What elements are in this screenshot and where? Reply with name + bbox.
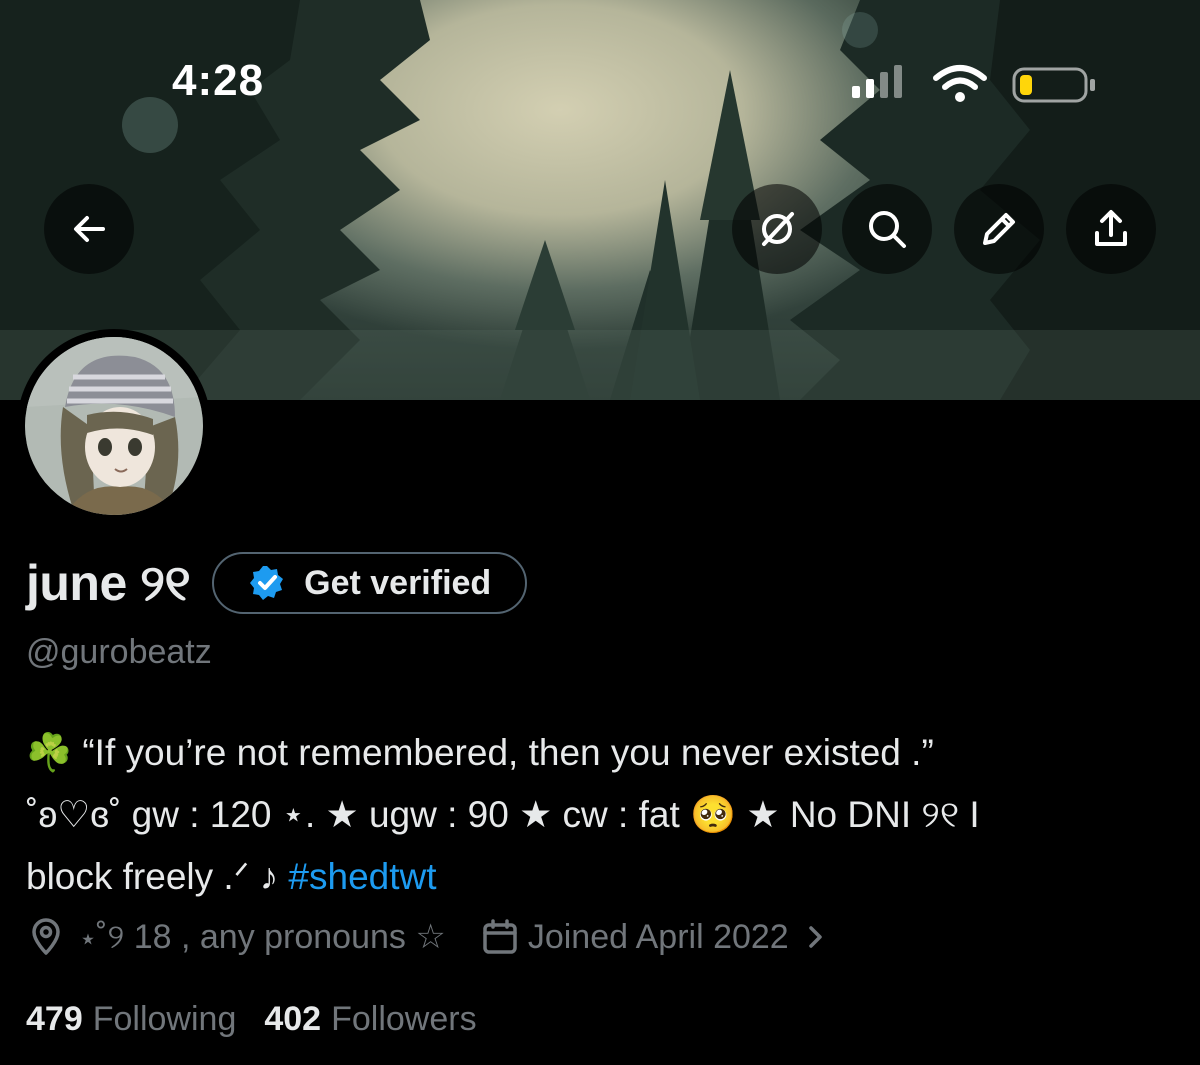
grok-button[interactable] xyxy=(732,184,822,274)
followers-label: Followers xyxy=(331,1000,477,1038)
joined-date: Joined April 2022 xyxy=(527,917,789,956)
get-verified-button[interactable]: Get verified xyxy=(212,552,528,614)
edit-button[interactable] xyxy=(954,184,1044,274)
back-button[interactable] xyxy=(44,184,134,274)
search-icon xyxy=(869,211,906,248)
followers-count: 402 xyxy=(264,1000,322,1038)
bio-line: ☘️ “If you’re not remembered, then you n… xyxy=(26,732,934,773)
get-verified-label: Get verified xyxy=(304,563,492,602)
bio-line: block freely .ᐟ ♪ #shedtwt xyxy=(26,846,1176,908)
follow-stats: 479 Following 402 Followers xyxy=(26,1000,477,1039)
battery-icon xyxy=(1012,67,1095,103)
edit-pencil-icon xyxy=(983,213,1015,245)
bio-line: ˚ʚ♡ɞ˚ gw : 120 ⋆. ★ ugw : 90 ★ cw : fat … xyxy=(26,794,980,835)
bio-text: block freely .ᐟ ♪ xyxy=(26,856,289,897)
following-count: 479 xyxy=(26,1000,83,1038)
cellular-signal-icon xyxy=(852,65,902,98)
following-label: Following xyxy=(92,1000,237,1038)
status-icons xyxy=(850,62,1100,111)
chevron-right-icon[interactable] xyxy=(801,917,831,957)
location-text: ⋆˚୨ 18 , any pronouns ☆ xyxy=(80,918,446,956)
profile-meta: ⋆˚୨ 18 , any pronouns ☆ Joined April 202… xyxy=(26,917,831,957)
following-link[interactable]: 479 Following xyxy=(26,1000,236,1039)
avatar-image xyxy=(25,337,203,515)
profile-bio: ☘️ “If you’re not remembered, then you n… xyxy=(26,722,1176,908)
share-icon xyxy=(1095,210,1127,246)
share-button[interactable] xyxy=(1066,184,1156,274)
name-row: june ୨୧ Get verified xyxy=(26,552,528,614)
status-time: 4:28 xyxy=(172,56,265,105)
profile-handle: @gurobeatz xyxy=(26,633,212,671)
search-button[interactable] xyxy=(842,184,932,274)
grok-icon xyxy=(762,212,794,246)
back-arrow-icon xyxy=(74,216,105,242)
followers-link[interactable]: 402 Followers xyxy=(264,1000,476,1039)
calendar-icon xyxy=(483,919,517,954)
display-name: june ୨୧ xyxy=(26,554,191,611)
wifi-icon xyxy=(933,65,987,102)
hashtag-link[interactable]: #shedtwt xyxy=(288,856,436,897)
verified-badge-icon xyxy=(250,566,284,600)
avatar[interactable] xyxy=(17,329,211,523)
location-pin-icon xyxy=(32,918,60,955)
